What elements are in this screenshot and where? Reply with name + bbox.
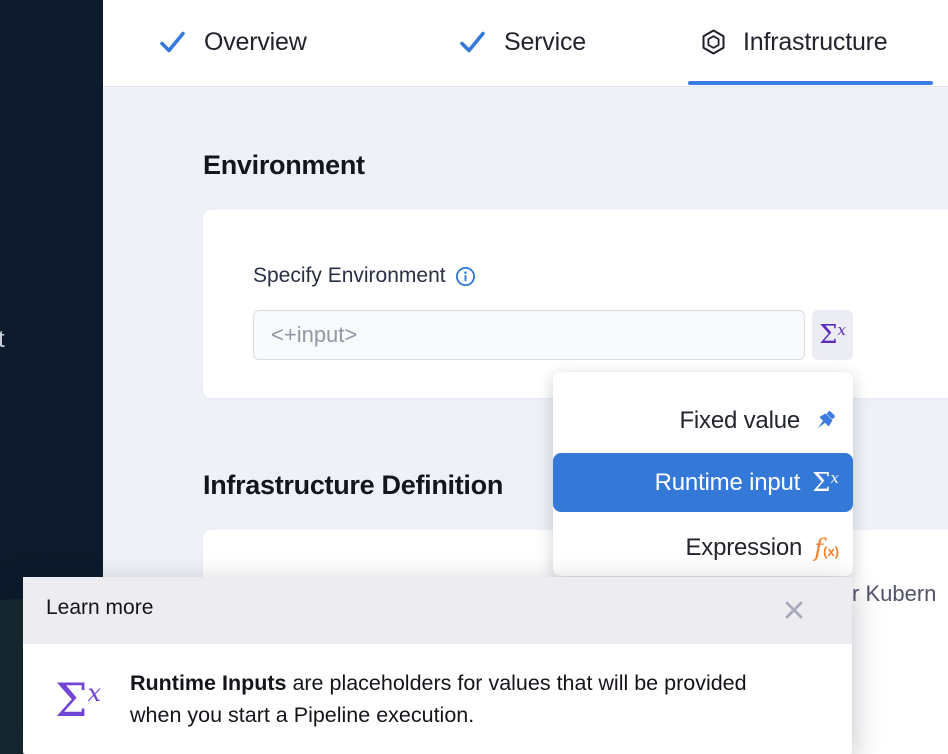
environment-section-title: Environment bbox=[203, 150, 365, 181]
learn-more-header: Learn more bbox=[23, 577, 852, 644]
expression-label: Expression bbox=[685, 534, 802, 562]
learn-more-popup: Learn more Σx Runtime Inputs are placeho… bbox=[23, 577, 852, 754]
stage-tabbar: Overview Service Infrastructure bbox=[103, 0, 948, 87]
tab-infrastructure[interactable]: Infrastructure bbox=[701, 0, 887, 84]
tab-service[interactable]: Service bbox=[458, 0, 586, 84]
check-icon bbox=[458, 29, 487, 55]
sigma-x-icon: Σx bbox=[812, 470, 839, 496]
learn-more-body: Σx Runtime Inputs are placeholders for v… bbox=[23, 644, 852, 754]
learn-more-title: Learn more bbox=[46, 596, 153, 620]
infrastructure-section-title: Infrastructure Definition bbox=[203, 470, 503, 501]
close-icon[interactable] bbox=[782, 598, 806, 622]
sigma-x-icon: Σx bbox=[55, 677, 101, 723]
value-type-toggle-button[interactable]: Σx bbox=[812, 310, 853, 360]
app-screen: t Overview Service Infrastructure bbox=[0, 0, 948, 754]
info-icon[interactable] bbox=[455, 266, 476, 287]
sidebar-label-fragment: t bbox=[0, 326, 5, 354]
environment-input-row: Σx bbox=[253, 310, 853, 360]
sigma-x-icon: Σx bbox=[819, 322, 846, 348]
dropdown-item-runtime-input[interactable]: Runtime input Σx bbox=[553, 453, 853, 512]
pin-icon bbox=[812, 408, 839, 435]
value-type-dropdown: Fixed value Runtime input Σx Expression … bbox=[553, 372, 853, 576]
dropdown-item-fixed-value[interactable]: Fixed value bbox=[553, 390, 853, 452]
tab-infrastructure-label: Infrastructure bbox=[743, 28, 887, 57]
tab-service-label: Service bbox=[504, 28, 586, 57]
kubernetes-text-fragment: r Kubern bbox=[852, 581, 936, 607]
environment-input[interactable] bbox=[253, 310, 805, 360]
environment-card: Specify Environment Σx bbox=[203, 210, 948, 398]
fixed-value-label: Fixed value bbox=[679, 407, 800, 435]
fx-icon: f(x) bbox=[814, 536, 839, 560]
specify-environment-label: Specify Environment bbox=[253, 264, 446, 288]
runtime-input-label: Runtime input bbox=[655, 469, 800, 497]
runtime-inputs-description: Runtime Inputs are placeholders for valu… bbox=[130, 667, 795, 731]
dropdown-item-expression[interactable]: Expression f(x) bbox=[553, 520, 853, 576]
hexagon-icon bbox=[701, 29, 726, 56]
check-icon bbox=[158, 29, 187, 55]
active-tab-underline bbox=[688, 81, 933, 85]
tab-overview-label: Overview bbox=[204, 28, 307, 57]
tab-overview[interactable]: Overview bbox=[158, 0, 307, 84]
specify-environment-label-row: Specify Environment bbox=[253, 264, 476, 288]
